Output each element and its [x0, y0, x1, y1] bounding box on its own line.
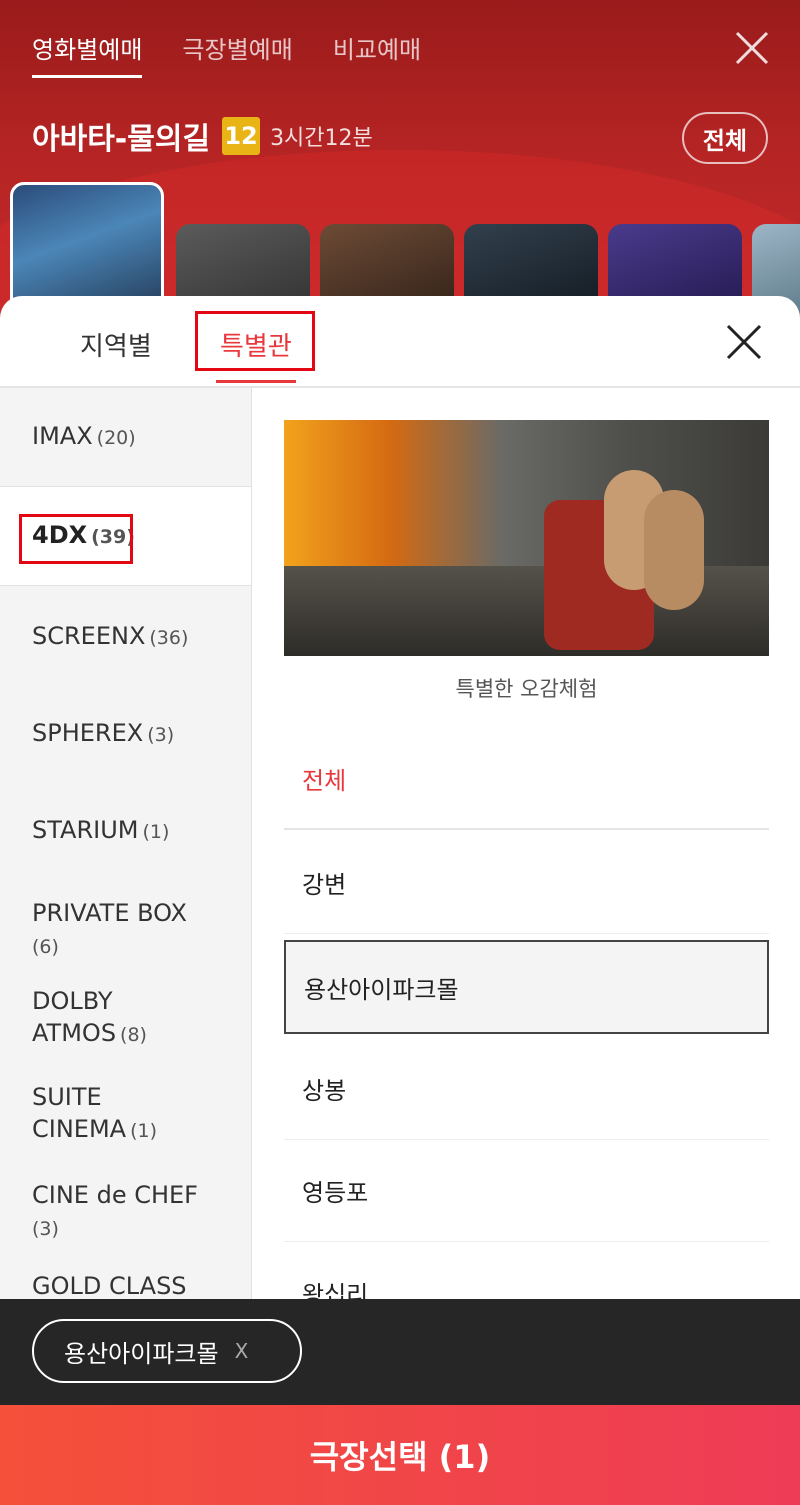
select-theater-button[interactable]: 극장선택 (1)	[0, 1405, 800, 1505]
category-suite-cinema[interactable]: SUITE CINEMA (1)	[0, 1059, 200, 1149]
theater-item[interactable]: 영등포	[284, 1140, 769, 1242]
booking-mode-tabs: 영화별예매 극장별예매 비교예매	[32, 30, 421, 78]
close-icon[interactable]	[734, 30, 770, 66]
age-rating-badge: 12	[222, 117, 261, 155]
category-count: (8)	[120, 1024, 147, 1046]
category-count: (20)	[96, 427, 136, 449]
category-name: STARIUM	[32, 816, 139, 844]
selected-theaters-bar: 용산아이파크몰 X	[0, 1299, 800, 1405]
category-name: DOLBY ATMOS	[32, 987, 117, 1047]
feature-caption: 특별한 오감체험	[455, 677, 598, 701]
tab-by-region[interactable]: 지역별	[80, 326, 152, 363]
theater-item[interactable]: 상봉	[284, 1038, 769, 1140]
category-name: GOLD CLASS	[32, 1272, 187, 1299]
remove-icon[interactable]: X	[235, 1339, 249, 1363]
theater-selection-sheet: 지역별 특별관 IMAX (20) 4DX (39) SCREENX (36) SPH…	[0, 296, 800, 1299]
category-name: SUITE CINEMA	[32, 1083, 127, 1143]
category-count: (1)	[142, 821, 170, 843]
chip-label: 용산아이파크몰	[64, 1339, 219, 1368]
close-icon[interactable]	[724, 322, 764, 362]
theater-item-selected[interactable]: 용산아이파크몰	[284, 940, 769, 1034]
category-imax[interactable]: IMAX (20)	[0, 388, 251, 486]
tab-by-theater[interactable]: 극장별예매	[182, 30, 292, 78]
category-count: (1)	[130, 1120, 157, 1142]
theater-panel: 특별한 오감체험 전체 강변 용산아이파크몰 상봉 영등포 왕십리	[252, 388, 800, 1299]
movie-title: 아바타-물의길	[32, 122, 211, 157]
category-name: CINE de CHEF	[32, 1181, 198, 1209]
highlight-box	[19, 514, 133, 564]
runtime: 3시간12분	[270, 126, 373, 151]
tab-compare[interactable]: 비교예매	[333, 30, 421, 78]
category-count: (3)	[32, 1218, 59, 1240]
category-count: (3)	[147, 724, 175, 746]
category-name: SPHEREX	[32, 719, 144, 747]
category-name: IMAX	[32, 422, 93, 450]
category-starium[interactable]: STARIUM (1)	[0, 780, 251, 877]
image-person	[644, 490, 704, 610]
category-name: SCREENX	[32, 622, 146, 650]
theater-item-all[interactable]: 전체	[284, 728, 769, 830]
view-all-movies-button[interactable]: 전체	[682, 112, 768, 164]
category-spherex[interactable]: SPHEREX (3)	[0, 683, 251, 780]
category-cine-de-chef[interactable]: CINE de CHEF (3)	[0, 1149, 251, 1245]
category-dolby-atmos[interactable]: DOLBY ATMOS (8)	[0, 967, 200, 1059]
movie-header: 영화별예매 극장별예매 비교예매 아바타-물의길 12 3시간12분 전체	[0, 0, 800, 330]
theater-item[interactable]: 왕십리	[284, 1242, 769, 1299]
category-count: (6)	[32, 936, 59, 958]
sheet-tabs: 지역별 특별관	[0, 296, 800, 388]
theater-item[interactable]: 강변	[284, 832, 769, 934]
movie-info: 아바타-물의길 12 3시간12분	[32, 114, 373, 158]
category-count: (36)	[149, 627, 189, 649]
category-private-box[interactable]: PRIVATE BOX (6)	[0, 877, 251, 967]
category-name: PRIVATE BOX	[32, 899, 187, 927]
category-screenx[interactable]: SCREENX (36)	[0, 586, 251, 683]
category-gold-class[interactable]: GOLD CLASS	[0, 1272, 251, 1299]
tab-by-movie[interactable]: 영화별예매	[32, 30, 143, 78]
highlight-box	[195, 311, 315, 371]
4dx-feature-image	[284, 420, 769, 656]
selected-theater-chip[interactable]: 용산아이파크몰 X	[32, 1319, 302, 1383]
